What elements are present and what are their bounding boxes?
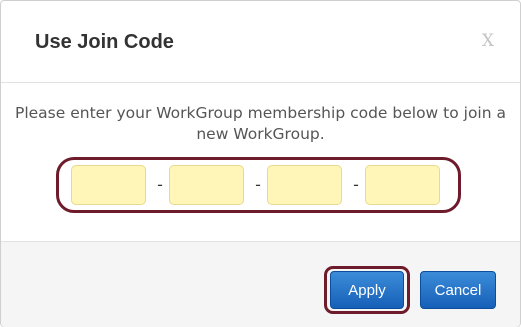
close-button[interactable]: X <box>482 31 494 51</box>
dialog-header: Use Join Code X <box>1 1 520 83</box>
code-field-4[interactable] <box>365 165 440 205</box>
code-field-1[interactable] <box>71 165 146 205</box>
apply-button[interactable]: Apply <box>330 271 404 309</box>
dialog-footer: Apply Cancel <box>1 241 520 327</box>
code-field-3[interactable] <box>267 165 342 205</box>
cancel-button[interactable]: Cancel <box>420 271 496 309</box>
dialog-body: Please enter your WorkGroup membership c… <box>1 83 520 241</box>
code-separator: - <box>353 175 359 194</box>
dialog-title: Use Join Code <box>35 31 174 53</box>
code-field-2[interactable] <box>169 165 244 205</box>
join-code-dialog: Use Join Code X Please enter your WorkGr… <box>0 0 521 327</box>
instruction-text: Please enter your WorkGroup membership c… <box>14 104 506 143</box>
code-separator: - <box>157 175 163 194</box>
code-separator: - <box>255 175 261 194</box>
